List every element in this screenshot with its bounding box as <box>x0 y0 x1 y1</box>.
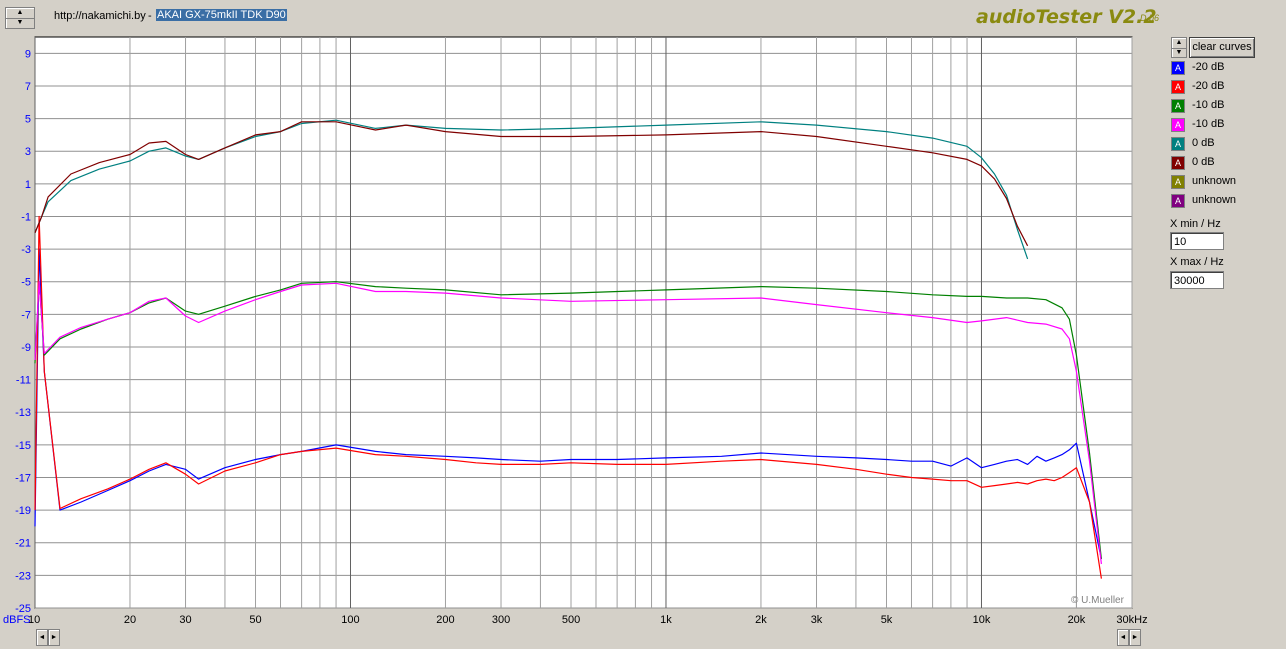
x-tick-label: 200 <box>436 614 454 626</box>
legend-label: -20 dB <box>1192 61 1225 73</box>
curve-toggle-icon[interactable]: A <box>1171 118 1185 132</box>
y-tick-label: 3 <box>25 146 31 158</box>
legend-label: -20 dB <box>1192 80 1225 92</box>
y-tick-label: 5 <box>25 114 31 126</box>
x-tick-label: 2k <box>755 614 767 626</box>
legend-spinner[interactable]: ▲ ▼ <box>1171 37 1187 58</box>
curve-toggle-icon[interactable]: A <box>1171 61 1185 75</box>
legend-label: -10 dB <box>1192 118 1225 130</box>
scroll-right-button[interactable]: ► <box>48 629 60 646</box>
x-tick-label: 30 <box>179 614 191 626</box>
y-tick-label: -7 <box>21 309 31 321</box>
xmax-label: X max / Hz <box>1170 256 1224 268</box>
y-tick-label: -23 <box>15 570 31 582</box>
legend-spinner-down-icon[interactable]: ▼ <box>1172 48 1186 58</box>
legend-label: 0 dB <box>1192 156 1215 168</box>
legend-label: unknown <box>1192 194 1237 206</box>
frequency-response-chart: 97531-1-3-5-7-9-11-13-15-17-19-21-23-25 … <box>3 36 1148 626</box>
curve-toggle-icon[interactable]: A <box>1171 156 1185 170</box>
zoom-left-button[interactable]: ◄ <box>1117 629 1129 646</box>
curve-toggle-icon[interactable]: A <box>1171 175 1185 189</box>
y-tick-label: 7 <box>25 81 31 93</box>
y-tick-label: -5 <box>21 277 31 289</box>
y-axis-unit-label: dBFS <box>3 614 31 626</box>
x-tick-label: 5k <box>881 614 893 626</box>
x-tick-label: 10k <box>973 614 991 626</box>
xmin-label: X min / Hz <box>1170 218 1221 230</box>
y-tick-label: -13 <box>15 407 31 419</box>
y-tick-label: 9 <box>25 48 31 60</box>
y-tick-labels: 97531-1-3-5-7-9-11-13-15-17-19-21-23-25 <box>15 48 31 615</box>
legend-label: unknown <box>1192 175 1237 187</box>
x-tick-label: 30kHz <box>1116 614 1147 626</box>
credit-label: © U.Mueller <box>1071 595 1125 606</box>
y-tick-label: -1 <box>21 211 31 223</box>
y-tick-label: -3 <box>21 244 31 256</box>
scroll-left-button[interactable]: ◄ <box>36 629 48 646</box>
legend-label: -10 dB <box>1192 99 1225 111</box>
x-tick-labels: 10 20 30 50 100 200 300 500 1k 2k 3k 5k 10k 20k 30kHz <box>28 614 1148 626</box>
y-tick-label: -21 <box>15 538 31 550</box>
y-tick-label: -19 <box>15 505 31 517</box>
curve-toggle-icon[interactable]: A <box>1171 194 1185 208</box>
x-tick-label: 1k <box>660 614 672 626</box>
zoom-right-button[interactable]: ► <box>1129 629 1141 646</box>
curve-toggle-icon[interactable]: A <box>1171 99 1185 113</box>
curve-toggle-icon[interactable]: A <box>1171 137 1185 151</box>
xmin-input[interactable]: 10 <box>1170 232 1224 250</box>
x-tick-label: 50 <box>249 614 261 626</box>
legend-label: 0 dB <box>1192 137 1215 149</box>
x-tick-label: 500 <box>562 614 580 626</box>
xmax-input[interactable]: 30000 <box>1170 271 1224 289</box>
x-tick-label: 3k <box>811 614 823 626</box>
y-tick-label: 1 <box>25 179 31 191</box>
y-tick-label: -11 <box>16 375 31 387</box>
y-tick-label: -15 <box>15 440 31 452</box>
curve-toggle-icon[interactable]: A <box>1171 80 1185 94</box>
x-tick-label: 20k <box>1068 614 1086 626</box>
x-tick-label: 100 <box>341 614 359 626</box>
x-tick-label: 20 <box>124 614 136 626</box>
x-tick-label: 300 <box>492 614 510 626</box>
clear-curves-button[interactable]: clear curves <box>1189 37 1255 58</box>
y-tick-label: -17 <box>15 472 31 484</box>
y-tick-label: -9 <box>21 342 31 354</box>
